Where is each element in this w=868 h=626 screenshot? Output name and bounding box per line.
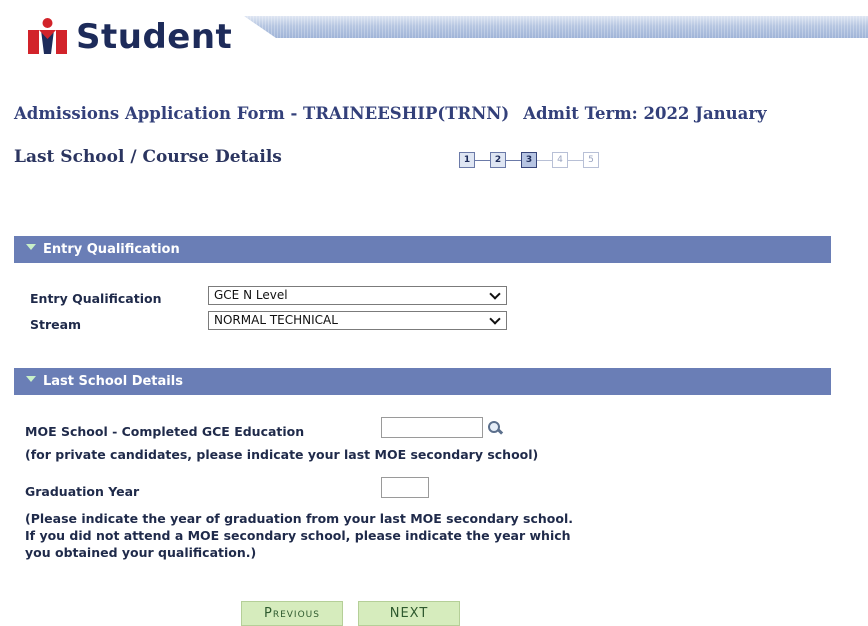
collapse-triangle-icon (26, 243, 36, 250)
chevron-down-icon (486, 312, 506, 329)
entry-qualification-select[interactable]: GCE N Level (208, 286, 507, 305)
stream-value: NORMAL TECHNICAL (214, 313, 338, 327)
logo-text: Student (76, 17, 233, 57)
graduation-note-line: (Please indicate the year of graduation … (25, 511, 573, 526)
entry-qualification-section-header[interactable]: Entry Qualification (14, 236, 831, 263)
entry-qualification-label: Entry Qualification (30, 291, 162, 306)
stream-select[interactable]: NORMAL TECHNICAL (208, 311, 507, 330)
graduation-note-line: If you did not attend a MOE secondary sc… (25, 528, 571, 543)
step-indicator: 1 2 3 4 5 (459, 152, 599, 168)
student-logo: Student (26, 14, 232, 60)
logo-figure-icon (26, 17, 72, 57)
entry-qualification-value: GCE N Level (214, 288, 288, 302)
section-title: Last School Details (43, 374, 183, 389)
form-title: Admissions Application Form - TRAINEESHI… (14, 104, 767, 123)
previous-button[interactable]: Previous (241, 601, 343, 626)
application-title: Admissions Application Form - TRAINEESHI… (14, 104, 510, 123)
lookup-search-icon[interactable] (486, 420, 504, 436)
step-connector (475, 159, 490, 161)
graduation-note-line: you obtained your qualification.) (25, 545, 257, 560)
moe-school-label: MOE School - Completed GCE Education (25, 424, 305, 439)
graduation-year-label: Graduation Year (25, 484, 140, 499)
step-1: 1 (459, 152, 475, 168)
header-banner (244, 16, 868, 38)
step-3-current: 3 (521, 152, 537, 168)
step-2: 2 (490, 152, 506, 168)
school-note: (for private candidates, please indicate… (25, 447, 539, 462)
step-4: 4 (552, 152, 568, 168)
admit-term: Admit Term: 2022 January (523, 104, 767, 123)
stream-label: Stream (30, 317, 82, 332)
step-connector (506, 159, 521, 161)
step-connector (537, 159, 552, 161)
collapse-triangle-icon (26, 375, 36, 382)
graduation-note: (Please indicate the year of graduation … (25, 510, 573, 561)
section-title: Entry Qualification (43, 242, 180, 257)
step-connector (568, 159, 583, 161)
step-5: 5 (583, 152, 599, 168)
next-button[interactable]: NEXT (358, 601, 460, 626)
chevron-down-icon (486, 287, 506, 304)
page-title: Last School / Course Details (14, 147, 282, 167)
moe-school-input[interactable] (381, 417, 483, 438)
last-school-section-header[interactable]: Last School Details (14, 368, 831, 395)
graduation-year-input[interactable] (381, 477, 429, 498)
